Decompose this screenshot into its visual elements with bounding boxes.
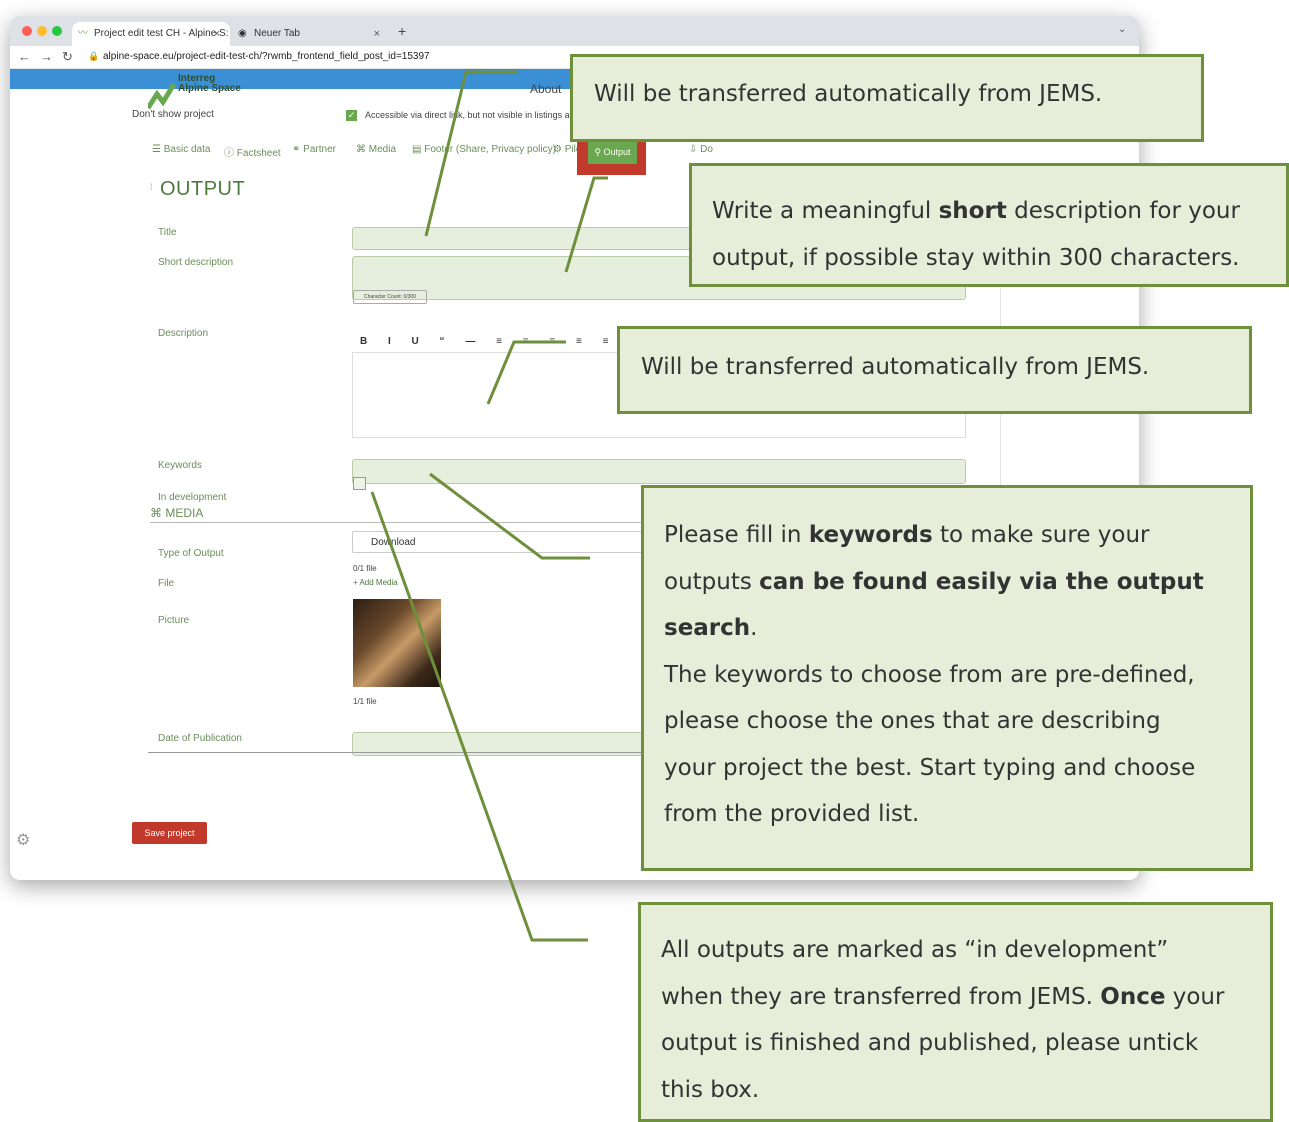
callout-line: The keywords to choose from are pre-defi… [664, 661, 1195, 688]
callout-line: Please fill in keywords to make sure you… [664, 522, 1150, 548]
connector-title [424, 70, 518, 237]
callout-line: output, if possible stay within 300 char… [712, 245, 1240, 271]
connector-keywords [429, 472, 590, 560]
callout-line: from the provided list. [664, 801, 920, 827]
callout-line: All outputs are marked as “in developmen… [661, 937, 1169, 963]
callout-title-jems: Will be transferred automatically from J… [570, 54, 1204, 142]
callout-line: when they are transferred from JEMS. Onc… [661, 983, 1225, 1010]
callout-keywords: Please fill in keywords to make sure you… [641, 485, 1253, 871]
callout-line: this box. [661, 1076, 760, 1103]
callout-short-description: Write a meaningful short description for… [689, 163, 1289, 287]
callout-line: Write a meaningful short description for… [712, 198, 1240, 224]
callout-line: please choose the ones that are describi… [664, 708, 1161, 734]
connector-description [486, 340, 566, 405]
callout-description-jems: Will be transferred automatically from J… [617, 326, 1252, 414]
callout-in-development: All outputs are marked as “in developmen… [638, 902, 1273, 1122]
connector-short-description [564, 176, 608, 273]
callout-line: outputs can be found easily via the outp… [664, 568, 1204, 595]
callout-line: your project the best. Start typing and … [664, 754, 1196, 781]
callout-line: search. [664, 615, 758, 641]
callout-line: output is finished and published, please… [661, 1030, 1199, 1056]
